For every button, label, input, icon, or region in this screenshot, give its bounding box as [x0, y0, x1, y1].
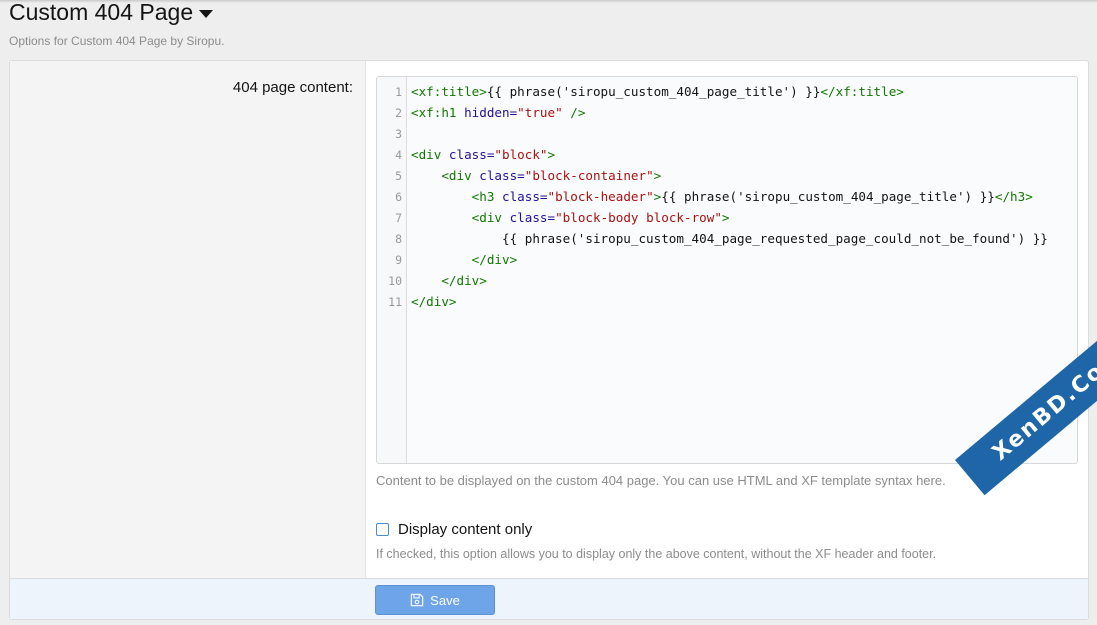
label-column: 404 page content:: [10, 61, 366, 578]
line-number: 8: [395, 232, 402, 246]
editor-gutter: 1 2 3 4 5 6 7 8 9 10 11: [377, 77, 407, 463]
content-label: 404 page content:: [232, 79, 353, 96]
code-line: </div>: [471, 252, 518, 267]
display-content-only-option[interactable]: Display content only: [376, 521, 532, 538]
code-line: <div class="block">: [411, 147, 556, 162]
line-number: 5: [395, 169, 402, 183]
code-line: <div class="block-container">: [441, 168, 662, 183]
code-line: <div class="block-body block-row">: [471, 210, 730, 225]
code-line: </div>: [441, 273, 487, 288]
code-line: <xf:title>{{ phrase('siropu_custom_404_p…: [411, 84, 904, 99]
display-content-only-checkbox[interactable]: [376, 523, 389, 536]
save-label: Save: [430, 592, 460, 608]
floppy-disk-icon: [410, 593, 424, 607]
page-description: Options for Custom 404 Page by Siropu.: [9, 34, 225, 48]
code-line: <h3 class="block-header">{{ phrase('siro…: [471, 189, 1033, 204]
code-line: </div>: [411, 294, 457, 309]
code-line: {{ phrase('siropu_custom_404_page_reques…: [411, 231, 1048, 246]
code-line: <xf:h1 hidden="true" />: [411, 105, 586, 120]
line-number: 6: [395, 190, 402, 204]
display-content-only-label[interactable]: Display content only: [398, 521, 532, 538]
line-number: 9: [395, 253, 402, 267]
line-number: 2: [395, 106, 402, 120]
line-number: 11: [388, 295, 402, 309]
form-submit-row: Save: [10, 578, 1088, 619]
options-form: 404 page content: 1 2 3 4 5 6 7 8 9 10 11 <xf:titl…: [9, 60, 1089, 620]
line-number: 4: [395, 148, 402, 162]
line-number: 3: [395, 127, 402, 141]
page-title[interactable]: Custom 404 Page: [9, 0, 214, 26]
content-hint: Content to be displayed on the custom 40…: [376, 473, 946, 488]
line-number: 10: [388, 274, 402, 288]
line-number: 7: [395, 211, 402, 225]
display-content-only-hint: If checked, this option allows you to di…: [376, 547, 937, 561]
line-number: 1: [395, 85, 402, 99]
code-editor[interactable]: 1 2 3 4 5 6 7 8 9 10 11 <xf:title>{{ phrase('sirop…: [376, 76, 1078, 464]
caret-down-icon[interactable]: [199, 9, 214, 18]
page-title-text: Custom 404 Page: [9, 0, 194, 25]
save-button[interactable]: Save: [375, 585, 495, 615]
